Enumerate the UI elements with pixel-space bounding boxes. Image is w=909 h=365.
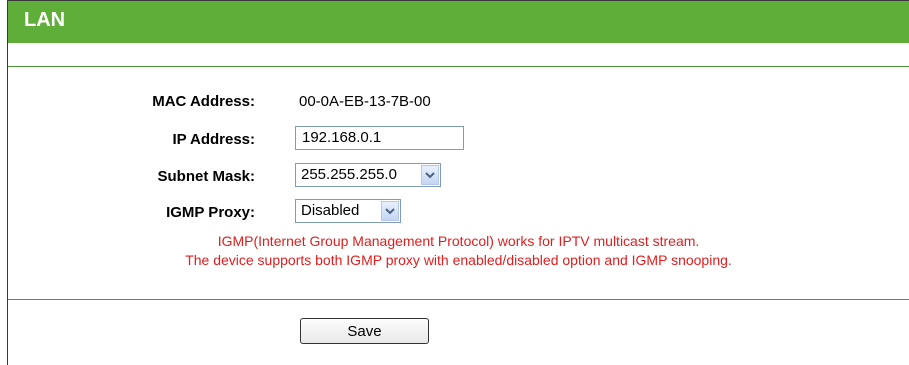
subnet-mask-label: Subnet Mask: bbox=[157, 168, 255, 185]
igmp-proxy-select[interactable]: Disabled bbox=[295, 199, 401, 223]
subnet-mask-selected-value: 255.255.255.0 bbox=[301, 166, 397, 183]
igmp-proxy-selected-value: Disabled bbox=[301, 202, 360, 219]
divider-top bbox=[8, 66, 909, 67]
chevron-down-icon[interactable] bbox=[421, 165, 439, 185]
chevron-down-icon[interactable] bbox=[381, 201, 399, 221]
mac-address-value: 00-0A-EB-13-7B-00 bbox=[299, 93, 431, 110]
igmp-proxy-label: IGMP Proxy: bbox=[166, 204, 255, 221]
igmp-note-line-1: IGMP(Internet Group Management Protocol)… bbox=[217, 233, 700, 249]
subnet-mask-select[interactable]: 255.255.255.0 bbox=[295, 163, 441, 187]
page-title: LAN bbox=[24, 9, 66, 31]
title-bar: LAN bbox=[8, 1, 909, 43]
ip-address-label: IP Address: bbox=[172, 131, 255, 148]
mac-address-label: MAC Address: bbox=[152, 93, 255, 110]
ip-address-input-value: 192.168.0.1 bbox=[302, 129, 382, 146]
igmp-note-line-2: The device supports both IGMP proxy with… bbox=[185, 252, 732, 268]
save-button[interactable]: Save bbox=[300, 318, 429, 344]
divider-bottom bbox=[8, 299, 909, 300]
ip-address-input[interactable]: 192.168.0.1 bbox=[295, 126, 464, 150]
